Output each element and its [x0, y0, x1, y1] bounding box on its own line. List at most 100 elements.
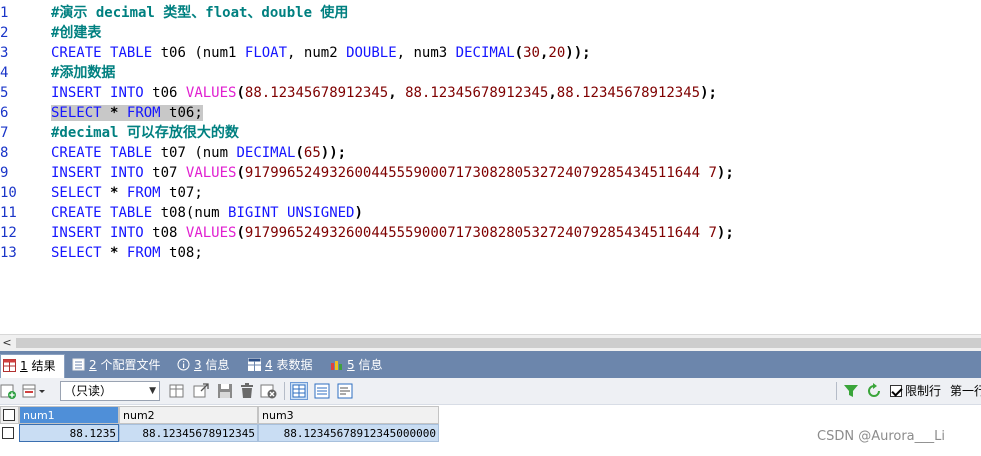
- code-token: #演示 decimal 类型、float、double 使用: [51, 5, 349, 21]
- code-token: VALUES: [185, 85, 237, 101]
- tab-info-2-label: 信息: [358, 358, 383, 372]
- code-text: CREATE TABLE t07 (num DECIMAL(65));: [51, 143, 346, 163]
- code-token: INTO: [110, 225, 144, 241]
- line-number: 4: [0, 65, 9, 81]
- code-token: CREATE: [51, 205, 102, 221]
- code-token: ));: [320, 145, 347, 161]
- code-text: #decimal 可以存放很大的数: [51, 123, 239, 143]
- tab-info-2[interactable]: 5 信息: [330, 354, 390, 378]
- export-icon[interactable]: [192, 382, 210, 400]
- cell-num1[interactable]: 88.1235: [19, 424, 119, 442]
- code-token: FROM: [126, 185, 161, 201]
- line-number: 11: [0, 205, 17, 221]
- cell-num3[interactable]: 88.12345678912345000000: [258, 424, 439, 442]
- delete-icon[interactable]: [238, 382, 256, 400]
- code-line[interactable]: 8 CREATE TABLE t07 (num DECIMAL(65));: [0, 143, 981, 163]
- code-line[interactable]: 9 INSERT INTO t07 VALUES(9179965249326004…: [0, 163, 981, 183]
- tab-table-data[interactable]: 4 表数据: [248, 354, 318, 378]
- code-token: INTO: [110, 165, 144, 181]
- scrollbar-thumb[interactable]: [16, 338, 981, 348]
- scroll-left-arrow[interactable]: <: [0, 335, 14, 351]
- code-token: DECIMAL: [455, 45, 515, 61]
- sql-editor[interactable]: 1 #演示 decimal 类型、float、double 使用 2 #创建表 3 CRE…: [0, 0, 981, 334]
- line-number: 6: [0, 105, 9, 121]
- code-token: (: [236, 225, 245, 241]
- line-number: 13: [0, 245, 17, 261]
- cell-num2[interactable]: 88.12345678912345: [119, 424, 258, 442]
- form-view-icon[interactable]: [313, 382, 331, 400]
- code-token: CREATE: [51, 45, 102, 61]
- column-header-num1[interactable]: num1: [19, 406, 119, 424]
- column-header-num3[interactable]: num3: [258, 406, 439, 424]
- code-line[interactable]: 2 #创建表: [0, 23, 981, 43]
- code-token: 9179965249326004455590007173082805327240…: [244, 165, 717, 181]
- line-number: 2: [0, 25, 9, 41]
- code-line[interactable]: 12 INSERT INTO t08 VALUES(917996524932600…: [0, 223, 981, 243]
- readonly-mode-select[interactable]: （只读） ▼: [60, 381, 160, 401]
- code-token: 88.12345678912345: [244, 85, 389, 101]
- tab-info[interactable]: 3 信息: [177, 354, 237, 378]
- refresh-grid-icon[interactable]: [168, 382, 186, 400]
- code-token: t08: [143, 225, 186, 241]
- cancel-changes-icon[interactable]: [260, 382, 278, 400]
- code-text: SELECT * FROM t08;: [51, 243, 203, 263]
- select-all-checkbox[interactable]: [3, 409, 15, 421]
- code-token: ): [354, 205, 363, 221]
- row-options-dropdown-icon[interactable]: [22, 382, 48, 400]
- csdn-watermark: CSDN @Aurora___Li: [817, 429, 946, 444]
- row-checkbox[interactable]: [2, 427, 14, 439]
- tab-info-2-number: 5: [347, 358, 355, 372]
- code-text: INSERT INTO t07 VALUES(91799652493260044…: [51, 163, 734, 183]
- code-line[interactable]: 4 #添加数据: [0, 63, 981, 83]
- code-line[interactable]: 7 #decimal 可以存放很大的数: [0, 123, 981, 143]
- code-line[interactable]: 11 CREATE TABLE t08(num BIGINT UNSIGNED): [0, 203, 981, 223]
- tab-table-data-number: 4: [265, 358, 273, 372]
- code-token: DOUBLE: [346, 45, 397, 61]
- info-multi-icon: [330, 356, 343, 370]
- grid-view-icon[interactable]: [290, 382, 308, 400]
- code-token: );: [716, 225, 734, 241]
- code-token: TABLE: [110, 45, 153, 61]
- tab-info-label: 信息: [205, 358, 230, 372]
- tab-table-data-label: 表数据: [276, 358, 313, 372]
- code-token: ,: [388, 85, 406, 101]
- add-row-icon[interactable]: [0, 382, 18, 400]
- code-line[interactable]: 13 SELECT * FROM t08;: [0, 243, 981, 263]
- code-token: BIGINT: [228, 205, 279, 221]
- select-all-header[interactable]: [0, 406, 19, 424]
- text-view-icon[interactable]: [336, 382, 354, 400]
- tab-results[interactable]: 1 结果: [0, 354, 65, 378]
- filter-icon[interactable]: [842, 382, 860, 400]
- code-line[interactable]: 3 CREATE TABLE t06 (num1 FLOAT, num2 DOUB…: [0, 43, 981, 63]
- readonly-mode-value: （只读）: [64, 384, 113, 398]
- save-icon[interactable]: [216, 382, 234, 400]
- code-text: CREATE TABLE t06 (num1 FLOAT, num2 DOUBL…: [51, 43, 591, 63]
- limit-rows-checkbox[interactable]: [890, 385, 902, 397]
- row-selector[interactable]: [0, 424, 19, 442]
- tab-profiles[interactable]: 2 个配置文件: [72, 354, 164, 378]
- line-number: 8: [0, 145, 9, 161]
- code-line[interactable]: 1 #演示 decimal 类型、float、double 使用: [0, 3, 981, 23]
- code-text: INSERT INTO t06 VALUES(88.12345678912345…: [51, 83, 717, 103]
- result-toolbar: （只读） ▼ 限制行 第一行: [0, 378, 981, 405]
- code-token: (: [514, 45, 524, 61]
- code-token: ));: [565, 45, 591, 61]
- refresh-icon[interactable]: [865, 382, 883, 400]
- tab-info-number: 3: [194, 358, 202, 372]
- code-token: );: [700, 85, 717, 101]
- line-number: 12: [0, 225, 17, 241]
- horizontal-scrollbar[interactable]: <: [0, 334, 981, 351]
- code-text: #创建表: [51, 23, 101, 43]
- code-line[interactable]: 5 INSERT INTO t06 VALUES(88.1234567891234…: [0, 83, 981, 103]
- code-text: #演示 decimal 类型、float、double 使用: [51, 3, 348, 23]
- line-number: 1: [0, 5, 9, 21]
- code-token: VALUES: [185, 165, 237, 181]
- code-line[interactable]: 10 SELECT * FROM t07;: [0, 183, 981, 203]
- code-line[interactable]: 6 SELECT * FROM t06;: [0, 103, 981, 123]
- column-header-num2[interactable]: num2: [119, 406, 258, 424]
